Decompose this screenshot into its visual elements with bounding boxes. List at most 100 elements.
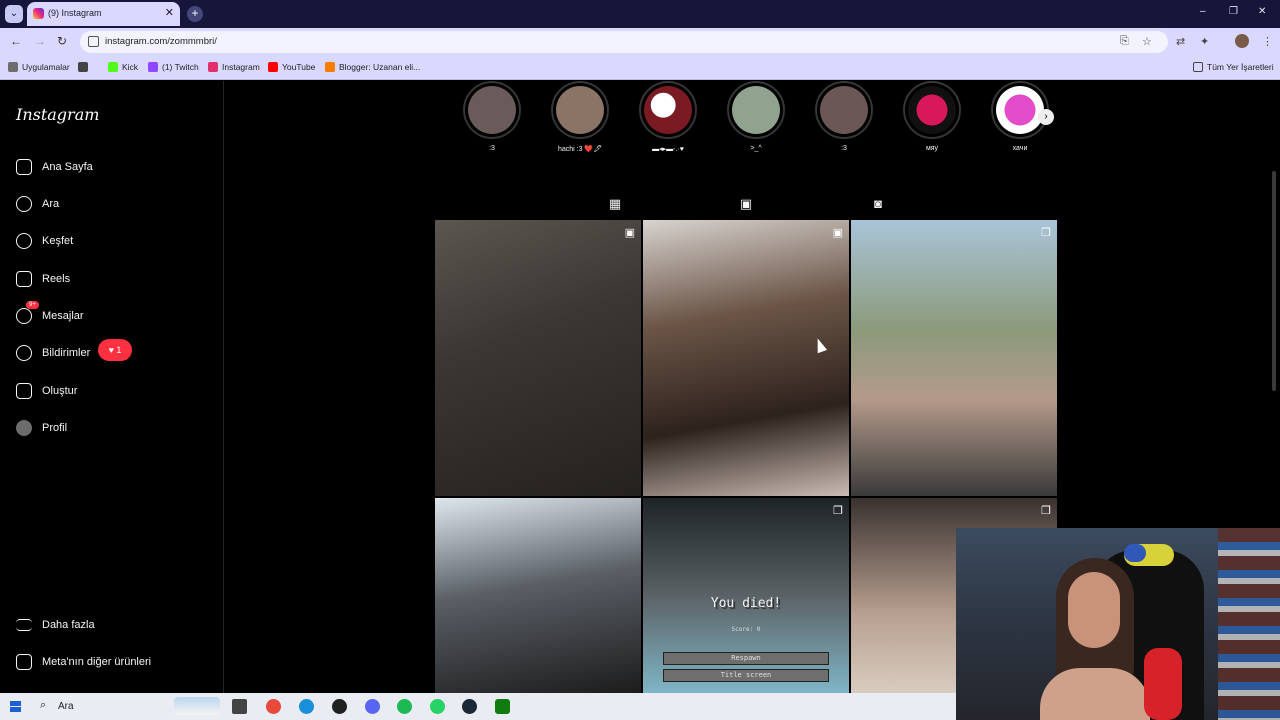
apps-grid-icon: [8, 62, 18, 72]
highlight-thumb: [820, 86, 868, 134]
translate-icon[interactable]: ⇄: [1176, 35, 1185, 48]
windows-start-icon[interactable]: [10, 701, 21, 712]
post-thumbnail[interactable]: ▣: [643, 220, 849, 496]
bookmark-label: Tüm Yer İşaretleri: [1207, 62, 1274, 72]
sidebar-item-label: Bildirimler: [42, 347, 91, 359]
extensions-icon[interactable]: ✦: [1200, 35, 1209, 48]
chrome-icon[interactable]: [266, 699, 281, 714]
heart-icon: [16, 345, 32, 361]
post-thumbnail[interactable]: ❐: [851, 220, 1057, 496]
all-bookmarks[interactable]: Tüm Yer İşaretleri: [1193, 62, 1274, 72]
site-info-icon[interactable]: [88, 36, 99, 47]
post-thumbnail[interactable]: ▣: [435, 220, 641, 496]
highlight-ring: [815, 81, 873, 139]
bookmark-label: Instagram: [222, 62, 260, 72]
blogger-icon: [325, 62, 335, 72]
xbox-icon[interactable]: [495, 699, 510, 714]
highlight-item[interactable]: :3: [461, 81, 523, 152]
edge-icon[interactable]: [299, 699, 314, 714]
install-app-icon[interactable]: ⎘: [1120, 35, 1129, 48]
highlight-label: мяу: [925, 145, 939, 152]
windows-taskbar: ⌕ Ara: [0, 693, 956, 720]
tab-close-icon[interactable]: ✕: [165, 6, 174, 19]
tab-title: (9) Instagram: [48, 8, 102, 18]
title-screen-button: Title screen: [663, 669, 829, 682]
forward-icon[interactable]: →: [34, 34, 46, 48]
instagram-logo[interactable]: Instagram: [16, 105, 99, 124]
highlight-item[interactable]: ▬◂▸▬-.·♥: [637, 81, 699, 153]
bookmark-instagram[interactable]: Instagram: [208, 62, 260, 72]
game-over-title: You died!: [710, 596, 782, 611]
respawn-button: Respawn: [663, 652, 829, 665]
plush-toy-image: [1124, 544, 1146, 562]
bookmark-grid[interactable]: [78, 62, 92, 72]
highlight-thumb: [644, 86, 692, 134]
steam-icon[interactable]: [462, 699, 477, 714]
profile-avatar-icon[interactable]: [1235, 34, 1249, 48]
notification-pill[interactable]: ♥ 1: [98, 339, 132, 361]
browser-toolbar: ← → ↻ instagram.com/zommmbri/ ⎘ ☆ ⇄ ✦ ⋮: [0, 28, 1280, 56]
sidebar-item-label: Reels: [42, 273, 71, 285]
taskbar-search-label[interactable]: Ara: [58, 701, 74, 712]
minimize-button[interactable]: –: [1200, 6, 1206, 17]
bookmark-label: Blogger: Uzanan eli...: [339, 62, 421, 72]
bookmark-apps[interactable]: Uygulamalar: [8, 62, 70, 72]
hamburger-icon: [16, 619, 32, 631]
grid-icon: [78, 62, 88, 72]
restore-button[interactable]: ❐: [1229, 6, 1238, 17]
home-icon: [16, 159, 32, 175]
obs-icon[interactable]: [332, 699, 347, 714]
compass-icon: [16, 233, 32, 249]
webcam-overlay: [956, 528, 1280, 720]
reload-icon[interactable]: ↻: [57, 34, 67, 48]
highlight-thumb: [908, 86, 956, 134]
close-window-button[interactable]: ✕: [1258, 6, 1266, 17]
highlight-item[interactable]: hachi :3 ❤️🖋: [549, 81, 611, 153]
spotify-icon[interactable]: [397, 699, 412, 714]
highlight-ring: [639, 81, 697, 139]
post-thumbnail[interactable]: [435, 498, 641, 693]
task-view-icon[interactable]: [232, 699, 247, 714]
bookmark-youtube[interactable]: YouTube: [268, 62, 315, 72]
bookmarks-bar: Uygulamalar Kick (1) Twitch Instagram Yo…: [0, 56, 1280, 80]
search-icon[interactable]: ⌕: [40, 699, 46, 712]
highlight-ring: [727, 81, 785, 139]
scrollbar-thumb[interactable]: [1272, 171, 1276, 391]
bookmark-star-icon[interactable]: ☆: [1142, 35, 1152, 48]
streamer-body-image: [1040, 668, 1150, 720]
carousel-icon: ❐: [1041, 505, 1051, 517]
highlight-item[interactable]: мяу: [901, 81, 963, 152]
bookmark-kick[interactable]: Kick: [108, 62, 138, 72]
new-tab-button[interactable]: +: [187, 6, 203, 22]
whatsapp-icon[interactable]: [430, 699, 445, 714]
highlight-label: hachi :3 ❤️🖋: [557, 146, 603, 153]
url-text: instagram.com/zommmbri/: [105, 36, 217, 47]
highlight-item[interactable]: :3: [813, 81, 875, 152]
sidebar-item-label: Ara: [42, 198, 60, 210]
address-bar[interactable]: instagram.com/zommmbri/ ⎘ ☆: [80, 31, 1168, 53]
highlight-label: :3: [489, 145, 495, 152]
posts-grid-icon[interactable]: ▦: [607, 196, 623, 212]
menu-kebab-icon[interactable]: ⋮: [1262, 35, 1273, 48]
highlight-item[interactable]: >_^: [725, 81, 787, 152]
bookmark-blogger[interactable]: Blogger: Uzanan eli...: [325, 62, 420, 72]
active-tab[interactable]: (9) Instagram ✕: [27, 2, 180, 26]
sidebar-item-label: Ana Sayfa: [42, 161, 93, 173]
tab-search-button[interactable]: ⌄: [5, 5, 23, 23]
instagram-favicon-icon: [33, 8, 44, 19]
highlight-label: >_^: [750, 145, 762, 152]
plus-icon: [16, 383, 32, 399]
chevron-right-icon[interactable]: ›: [1038, 109, 1054, 125]
discord-icon[interactable]: [365, 699, 380, 714]
tagged-tab-icon[interactable]: ◙: [870, 196, 886, 212]
bookmark-label: Uygulamalar: [22, 62, 70, 72]
highlight-thumb: [556, 86, 604, 134]
bookmark-twitch[interactable]: (1) Twitch: [148, 62, 199, 72]
tab-strip: ⌄ (9) Instagram ✕ + – ❐ ✕: [0, 0, 1280, 28]
back-icon[interactable]: ←: [10, 34, 22, 48]
sidebar: Instagram Ana Sayfa Ara Keşfet Reels 9+ …: [0, 81, 224, 693]
bookmark-label: Kick: [122, 62, 139, 72]
reels-tab-icon[interactable]: ▣: [738, 196, 754, 212]
post-thumbnail[interactable]: ❐ You died! Score: 0 Respawn Title scree…: [643, 498, 849, 693]
messenger-icon: [16, 308, 32, 324]
